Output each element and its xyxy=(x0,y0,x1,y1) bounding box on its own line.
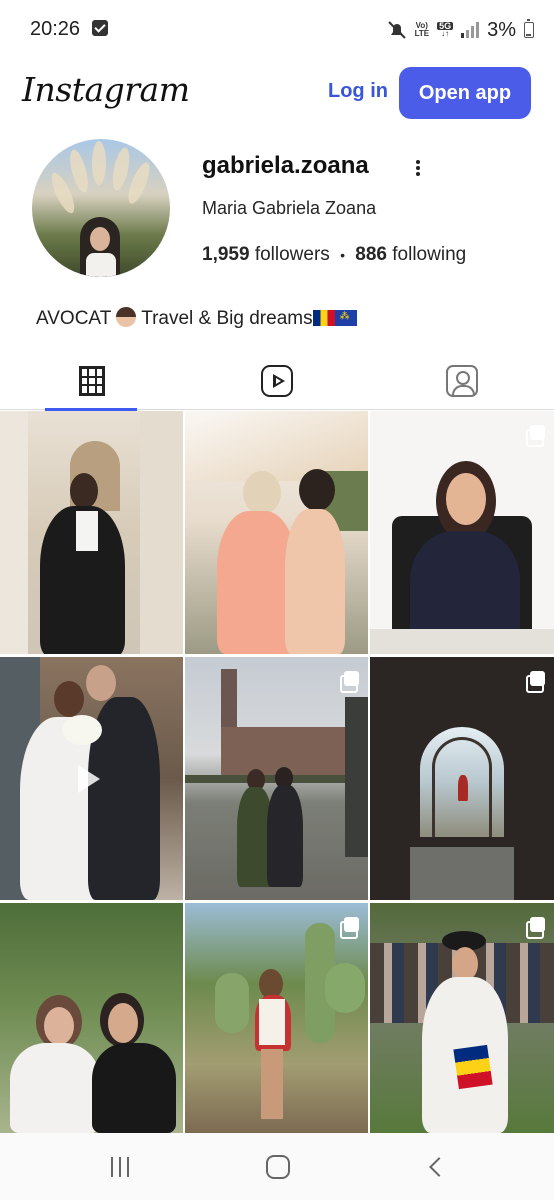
following-link[interactable]: 886 following xyxy=(355,244,466,265)
battery-icon xyxy=(524,19,534,38)
multiple-photos-icon xyxy=(340,917,360,939)
more-options-icon[interactable] xyxy=(410,158,426,180)
grid-icon xyxy=(79,366,105,396)
following-count: 886 xyxy=(355,244,387,265)
tagged-icon xyxy=(446,365,478,397)
tab-reels[interactable] xyxy=(185,352,369,410)
check-notification-icon xyxy=(92,20,108,36)
woman-graduate-emoji-icon xyxy=(116,307,137,327)
following-label: following xyxy=(392,244,467,265)
instagram-logo[interactable]: Instagram xyxy=(22,70,190,109)
play-icon xyxy=(78,765,100,793)
avatar[interactable] xyxy=(32,139,170,277)
multiple-photos-icon xyxy=(340,671,360,693)
post-tile[interactable] xyxy=(0,657,183,900)
multiple-photos-icon xyxy=(526,671,546,693)
status-time: 20:26 xyxy=(30,18,81,40)
signal-icon xyxy=(461,22,480,38)
5g-indicator: 5G ↓↑ xyxy=(437,21,454,38)
open-app-button[interactable]: Open app xyxy=(399,67,531,119)
reels-icon xyxy=(261,365,293,397)
posts-grid xyxy=(0,411,554,1133)
back-icon[interactable] xyxy=(428,1157,442,1177)
stats-separator: • xyxy=(340,247,345,263)
post-tile[interactable] xyxy=(185,411,368,654)
profile-full-name: Maria Gabriela Zoana xyxy=(202,198,377,218)
multiple-photos-icon xyxy=(526,425,546,447)
recents-icon[interactable] xyxy=(111,1157,135,1177)
followers-count: 1,959 xyxy=(202,244,250,265)
profile-bio: AVOCAT Travel & Big dreams xyxy=(36,307,357,330)
system-navigation-bar xyxy=(0,1133,554,1200)
post-tile[interactable] xyxy=(0,903,183,1133)
battery-percent: 3% xyxy=(487,18,516,41)
bio-text-2: Travel & Big dreams xyxy=(141,308,313,329)
tab-posts[interactable] xyxy=(0,352,184,411)
profile-username: gabriela.zoana xyxy=(202,152,369,179)
profile-tabs xyxy=(0,352,554,411)
followers-label: followers xyxy=(254,244,330,265)
post-tile[interactable] xyxy=(0,411,183,654)
profile-stats: 1,959 followers • 886 following xyxy=(202,244,466,266)
post-tile[interactable] xyxy=(370,657,554,900)
romania-flag-icon xyxy=(312,310,335,326)
post-tile[interactable] xyxy=(185,657,368,900)
app-header: Instagram Log in Open app xyxy=(0,62,554,124)
followers-link[interactable]: 1,959 followers xyxy=(202,244,330,265)
status-bar: 20:26 Vo) LTE 5G ↓↑ 3% xyxy=(0,0,554,60)
eu-flag-icon xyxy=(334,310,357,326)
tab-tagged[interactable] xyxy=(370,352,554,410)
bio-text-1: AVOCAT xyxy=(36,308,111,329)
status-icons: Vo) LTE 5G ↓↑ 3% xyxy=(387,16,534,44)
post-tile[interactable] xyxy=(185,903,368,1133)
multiple-photos-icon xyxy=(526,917,546,939)
post-tile[interactable] xyxy=(370,411,554,654)
volte-indicator: Vo) LTE xyxy=(414,21,430,38)
login-button[interactable]: Log in xyxy=(328,80,388,103)
home-icon[interactable] xyxy=(266,1155,290,1179)
post-tile[interactable] xyxy=(370,903,554,1133)
mute-icon xyxy=(387,21,406,39)
